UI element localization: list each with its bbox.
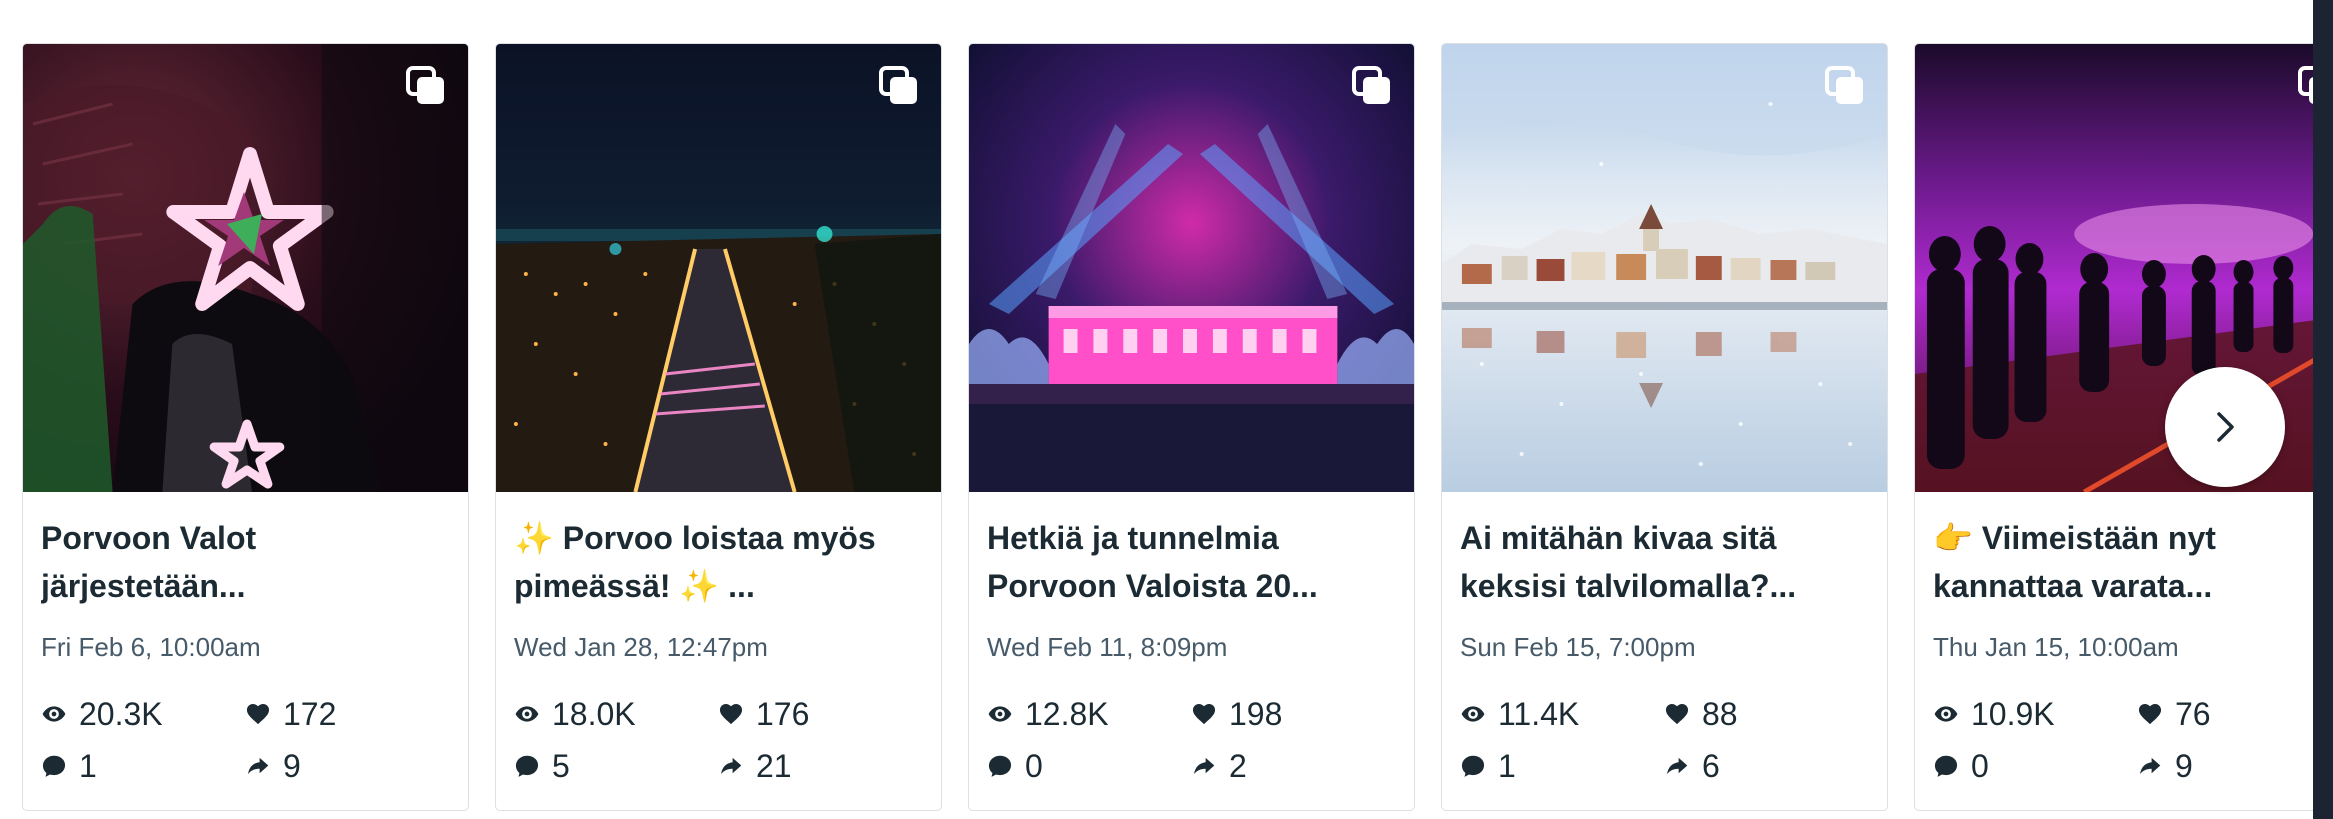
multiple-photos-icon <box>1823 64 1867 108</box>
chevron-right-icon <box>2217 412 2234 442</box>
heart-icon <box>1191 701 1217 727</box>
shares-stat: 21 <box>718 744 918 788</box>
views-stat: 11.4K <box>1460 692 1664 736</box>
views-count: 18.0K <box>552 695 636 732</box>
post-carousel-panel: Porvoon Valot järjestetään... Fri Feb 6,… <box>0 0 2313 819</box>
likes-stat: 76 <box>2137 692 2313 736</box>
comments-count: 0 <box>1025 747 1043 784</box>
comments-stat: 1 <box>1460 744 1664 788</box>
post-stats: 10.9K 76 0 9 <box>1933 692 2313 788</box>
multiple-photos-icon <box>1350 64 1394 108</box>
views-stat: 12.8K <box>987 692 1191 736</box>
post-thumbnail <box>1442 44 1887 492</box>
multiple-photos-icon <box>2296 64 2313 108</box>
comments-stat: 0 <box>1933 744 2137 788</box>
post-stats: 18.0K 176 5 21 <box>514 692 923 788</box>
multiple-photos-icon <box>877 64 921 108</box>
shares-stat: 6 <box>1664 744 1864 788</box>
post-date: Wed Feb 11, 8:09pm <box>987 632 1228 662</box>
views-stat: 10.9K <box>1933 692 2137 736</box>
views-stat: 20.3K <box>41 692 245 736</box>
carousel-next-button[interactable] <box>2165 367 2285 487</box>
comment-icon <box>41 753 67 779</box>
post-stats: 20.3K 172 1 9 <box>41 692 450 788</box>
eye-icon <box>41 701 67 727</box>
share-icon <box>2137 753 2163 779</box>
post-image <box>23 44 468 492</box>
comments-count: 5 <box>552 747 570 784</box>
shares-stat: 2 <box>1191 744 1391 788</box>
views-stat: 18.0K <box>514 692 718 736</box>
comment-icon <box>514 753 540 779</box>
comments-count: 1 <box>1498 747 1516 784</box>
post-stats: 12.8K 198 0 2 <box>987 692 1396 788</box>
shares-count: 6 <box>1702 747 1720 784</box>
post-date: Thu Jan 15, 10:00am <box>1933 632 2179 662</box>
post-thumbnail <box>496 44 941 492</box>
shares-count: 2 <box>1229 747 1247 784</box>
comment-icon <box>1460 753 1486 779</box>
heart-icon <box>718 701 744 727</box>
likes-count: 76 <box>2175 695 2211 732</box>
likes-count: 176 <box>756 695 810 732</box>
post-stats: 11.4K 88 1 6 <box>1460 692 1869 788</box>
likes-stat: 88 <box>1664 692 1864 736</box>
shares-count: 9 <box>2175 747 2193 784</box>
post-title: Ai mitähän kivaa sitä keksisi talvilomal… <box>1460 520 1797 604</box>
likes-stat: 176 <box>718 692 918 736</box>
comment-icon <box>1933 753 1959 779</box>
likes-stat: 198 <box>1191 692 1391 736</box>
share-icon <box>1191 753 1217 779</box>
comments-stat: 5 <box>514 744 718 788</box>
likes-count: 88 <box>1702 695 1738 732</box>
shares-stat: 9 <box>2137 744 2313 788</box>
heart-icon <box>1664 701 1690 727</box>
share-icon <box>1664 753 1690 779</box>
share-icon <box>245 753 271 779</box>
share-icon <box>718 753 744 779</box>
post-title: Porvoon Valot järjestetään... <box>41 520 257 604</box>
views-count: 10.9K <box>1971 695 2055 732</box>
views-count: 12.8K <box>1025 695 1109 732</box>
post-image <box>496 44 941 492</box>
heart-icon <box>2137 701 2163 727</box>
post-image <box>1442 44 1887 492</box>
eye-icon <box>1933 701 1959 727</box>
post-card[interactable]: Hetkiä ja tunnelmia Porvoon Valoista 20.… <box>968 43 1415 811</box>
shares-count: 21 <box>756 747 792 784</box>
shares-count: 9 <box>283 747 301 784</box>
likes-count: 198 <box>1229 695 1283 732</box>
post-carousel-track: Porvoon Valot järjestetään... Fri Feb 6,… <box>22 43 2313 811</box>
post-title: ✨ Porvoo loistaa myös pimeässä! ✨ ... <box>514 520 876 604</box>
likes-stat: 172 <box>245 692 445 736</box>
post-card[interactable]: Ai mitähän kivaa sitä keksisi talvilomal… <box>1441 43 1888 811</box>
post-card[interactable]: Porvoon Valot järjestetään... Fri Feb 6,… <box>22 43 469 811</box>
post-date: Sun Feb 15, 7:00pm <box>1460 632 1696 662</box>
eye-icon <box>987 701 1013 727</box>
post-image <box>969 44 1414 492</box>
likes-count: 172 <box>283 695 337 732</box>
eye-icon <box>514 701 540 727</box>
post-thumbnail <box>969 44 1414 492</box>
post-thumbnail <box>23 44 468 492</box>
comment-icon <box>987 753 1013 779</box>
views-count: 20.3K <box>79 695 163 732</box>
post-date: Fri Feb 6, 10:00am <box>41 632 261 662</box>
comments-count: 1 <box>79 747 97 784</box>
post-title: Hetkiä ja tunnelmia Porvoon Valoista 20.… <box>987 520 1318 604</box>
views-count: 11.4K <box>1498 695 1580 732</box>
comments-stat: 0 <box>987 744 1191 788</box>
comments-stat: 1 <box>41 744 245 788</box>
post-title: 👉 Viimeistään nyt kannattaa varata... <box>1933 520 2216 604</box>
shares-stat: 9 <box>245 744 445 788</box>
heart-icon <box>245 701 271 727</box>
eye-icon <box>1460 701 1486 727</box>
post-date: Wed Jan 28, 12:47pm <box>514 632 768 662</box>
comments-count: 0 <box>1971 747 1989 784</box>
post-card[interactable]: ✨ Porvoo loistaa myös pimeässä! ✨ ... We… <box>495 43 942 811</box>
multiple-photos-icon <box>404 64 448 108</box>
